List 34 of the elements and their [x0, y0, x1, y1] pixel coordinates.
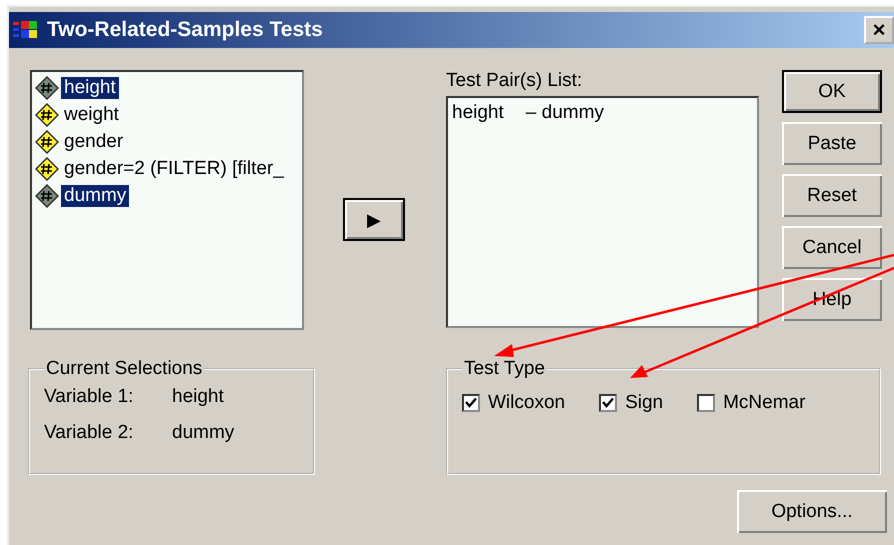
variable-item[interactable]: height [61, 77, 119, 99]
group-title: Test Type [463, 358, 546, 380]
group-title: Current Selections [45, 358, 204, 380]
numeric-variable-icon [35, 130, 59, 154]
checkbox[interactable] [599, 394, 618, 412]
variable-item[interactable]: gender [61, 131, 126, 153]
variable-item[interactable]: dummy [61, 185, 130, 207]
variable-item[interactable]: weight [61, 104, 122, 126]
window-title: Two-Related-Samples Tests [47, 18, 324, 42]
dialog-button[interactable]: Cancel [782, 226, 882, 269]
variable-item[interactable]: gender=2 (FILTER) [filter_ [61, 158, 287, 180]
close-button[interactable]: × [864, 16, 894, 44]
pair-list-label: Test Pair(s) List: [446, 70, 584, 92]
pair-item[interactable]: height [452, 102, 504, 124]
numeric-variable-icon [35, 76, 59, 100]
checkbox[interactable] [697, 394, 716, 412]
numeric-variable-icon [35, 103, 59, 127]
selection-value: height [172, 386, 224, 408]
move-button[interactable]: ▶ [343, 198, 405, 241]
numeric-variable-icon [35, 157, 59, 181]
app-icon [13, 19, 39, 41]
checkbox-label: Sign [625, 392, 664, 414]
dialog-button[interactable]: OK [782, 70, 882, 113]
pair-item[interactable]: – dummy [526, 102, 604, 124]
options-button[interactable]: Options... [737, 490, 887, 533]
checkbox-label: Wilcoxon [488, 392, 566, 414]
dialog-button[interactable]: Paste [782, 122, 882, 165]
selection-label: Variable 1: [44, 386, 134, 408]
dialog-button[interactable]: Reset [782, 174, 882, 217]
numeric-variable-icon [35, 184, 59, 208]
selection-label: Variable 2: [44, 422, 134, 444]
checkbox-label: McNemar [723, 392, 806, 414]
checkbox[interactable] [462, 394, 480, 412]
selection-value: dummy [172, 422, 234, 444]
